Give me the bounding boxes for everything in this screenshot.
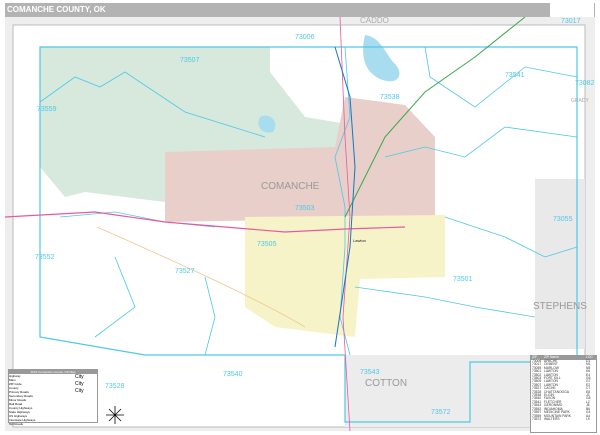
county-label-stephens: STEPHENS [533, 301, 587, 312]
zip-label: 73528 [105, 383, 125, 390]
legend-city: City [75, 381, 84, 387]
title-bar: COMANCHE COUNTY, OK [5, 3, 595, 17]
map-legend: 2024 Comanche County, OK Map Highway Mai… [8, 369, 98, 426]
zip-label: 73505 [257, 241, 277, 248]
legend-city: City [75, 374, 84, 380]
zip-label: 73503 [295, 205, 315, 212]
table-cell: L9 [586, 416, 590, 421]
city-label-lawton: Lawton [353, 238, 366, 243]
zip-label: 73082 [575, 80, 595, 87]
zip-label: 73540 [223, 371, 243, 378]
zip-label: 73552 [35, 254, 55, 261]
county-label-caddo: CADDO [360, 17, 389, 25]
zip-label: 73507 [180, 57, 200, 64]
zip-label: 73527 [175, 268, 195, 275]
county-label-grady: GRADY [571, 98, 589, 104]
zip-label: 73572 [431, 409, 451, 416]
zip-label: 73538 [380, 94, 400, 101]
county-label-comanche: COMANCHE [261, 181, 320, 192]
zip-label: 73006 [295, 34, 315, 41]
table-cell: WALTERS [544, 416, 560, 421]
zip-label: 73501 [453, 276, 473, 283]
zip-label: 73541 [505, 72, 525, 79]
zip-label: 73055 [553, 216, 573, 223]
zip-code-table: ZIP Code ZIP Name LOC 73006 APACHE D1 73017… [530, 355, 597, 433]
zip-label: 73543 [360, 369, 380, 376]
map-title: COMANCHE COUNTY, OK [7, 5, 106, 14]
cotton-county-area [345, 355, 535, 427]
zip-label: 73559 [37, 106, 57, 113]
table-cell: 73572 [532, 416, 542, 421]
table-row: 73572 WALTERS L9 [531, 416, 596, 421]
county-label-cotton: COTTON [365, 378, 407, 389]
legend-city: City [75, 388, 84, 394]
legend-item: Toll Roads [9, 422, 24, 426]
zip-label: 73017 [561, 18, 581, 25]
publisher-logo [550, 3, 594, 17]
